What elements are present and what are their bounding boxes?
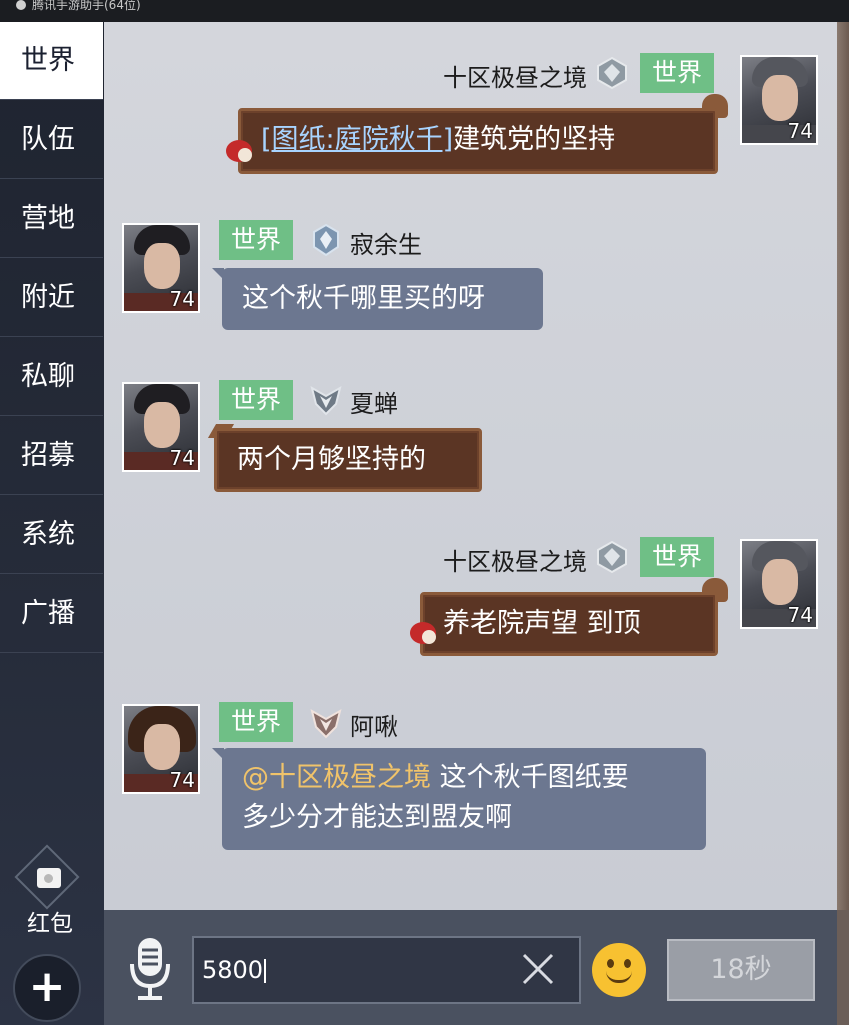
tab-camp[interactable]: 营地 bbox=[0, 180, 103, 258]
host-app-title: 腾讯手游助手(64位) bbox=[32, 0, 141, 12]
channel-tag: 世界 bbox=[219, 380, 293, 420]
message-text: 建筑党的坚持 bbox=[453, 124, 616, 155]
message-text: 这个秋千图纸要 bbox=[431, 762, 629, 793]
avatar[interactable]: 74 bbox=[122, 704, 200, 794]
sender-name: 十区极昼之境 bbox=[443, 64, 587, 92]
chat-message-list[interactable]: 74 世界 十区极昼之境 [图纸:庭院秋千]建筑党的坚持 74 世界 寂余生 这… bbox=[104, 22, 837, 910]
emoji-icon[interactable] bbox=[592, 943, 646, 997]
app-logo-icon bbox=[16, 0, 26, 10]
message-text: 这个秋千哪里买的呀 bbox=[242, 283, 485, 314]
tab-team[interactable]: 队伍 bbox=[0, 101, 103, 179]
avatar[interactable]: 74 bbox=[740, 539, 818, 629]
level-label: 74 bbox=[169, 287, 195, 311]
message-text: 养老院声望 到顶 bbox=[443, 608, 641, 639]
candy-decoration-icon bbox=[226, 140, 252, 162]
candy-decoration-icon bbox=[410, 622, 436, 644]
sender-name: 夏蝉 bbox=[350, 390, 398, 418]
avatar[interactable]: 74 bbox=[122, 382, 200, 472]
level-label: 74 bbox=[787, 119, 813, 143]
red-packet-icon bbox=[37, 868, 61, 888]
sender-name: 寂余生 bbox=[350, 231, 422, 259]
close-icon[interactable] bbox=[518, 949, 558, 989]
level-label: 74 bbox=[169, 768, 195, 792]
channel-sidebar: 世界 队伍 营地 附近 私聊 招募 系统 广播 红包 + bbox=[0, 22, 104, 1025]
tab-system[interactable]: 系统 bbox=[0, 496, 103, 574]
rank-badge-icon bbox=[310, 385, 342, 416]
blueprint-link[interactable]: [图纸:庭院秋千] bbox=[261, 124, 453, 155]
sender-name: 十区极昼之境 bbox=[443, 548, 587, 576]
rank-badge-icon bbox=[313, 223, 339, 257]
level-label: 74 bbox=[787, 603, 813, 627]
message-line-1: @十区极昼之境 这个秋千图纸要 bbox=[242, 758, 686, 798]
message-bubble[interactable]: 这个秋千哪里买的呀 bbox=[212, 268, 543, 330]
message-bubble[interactable]: 两个月够坚持的 bbox=[214, 428, 482, 492]
tab-world[interactable]: 世界 bbox=[0, 22, 103, 100]
red-packet-label: 红包 bbox=[27, 911, 73, 937]
tab-broadcast[interactable]: 广播 bbox=[0, 575, 103, 653]
message-bubble[interactable]: 养老院声望 到顶 bbox=[420, 592, 718, 656]
send-button[interactable]: 18秒 bbox=[667, 939, 815, 1001]
channel-tag: 世界 bbox=[219, 702, 293, 742]
text-caret bbox=[264, 959, 267, 983]
sender-name: 阿啾 bbox=[350, 713, 398, 741]
mention-link[interactable]: @十区极昼之境 bbox=[242, 762, 431, 793]
level-label: 74 bbox=[169, 446, 195, 470]
rank-badge-icon bbox=[597, 540, 627, 574]
message-bubble[interactable]: @十区极昼之境 这个秋千图纸要 多少分才能达到盟友啊 bbox=[212, 748, 706, 850]
chat-input-value: 5800 bbox=[202, 956, 264, 984]
avatar[interactable]: 74 bbox=[122, 223, 200, 313]
avatar[interactable]: 74 bbox=[740, 55, 818, 145]
channel-tag: 世界 bbox=[640, 53, 714, 93]
message-text: 两个月够坚持的 bbox=[237, 444, 426, 475]
tab-nearby[interactable]: 附近 bbox=[0, 259, 103, 337]
plus-button[interactable]: + bbox=[13, 954, 81, 1022]
chat-input-bar: 5800 18秒 bbox=[104, 910, 837, 1025]
rank-badge-icon bbox=[597, 56, 627, 90]
channel-tag: 世界 bbox=[640, 537, 714, 577]
message-bubble[interactable]: [图纸:庭院秋千]建筑党的坚持 bbox=[238, 108, 718, 174]
host-app-title-bar: 腾讯手游助手(64位) bbox=[0, 0, 849, 22]
tab-recruit[interactable]: 招募 bbox=[0, 417, 103, 495]
tab-private-chat[interactable]: 私聊 bbox=[0, 338, 103, 416]
background-edge bbox=[837, 22, 849, 910]
rank-badge-icon bbox=[310, 708, 342, 739]
microphone-icon[interactable] bbox=[128, 936, 172, 1002]
message-line-2: 多少分才能达到盟友啊 bbox=[242, 802, 512, 833]
channel-tag: 世界 bbox=[219, 220, 293, 260]
red-packet-button[interactable]: 红包 bbox=[0, 844, 100, 937]
